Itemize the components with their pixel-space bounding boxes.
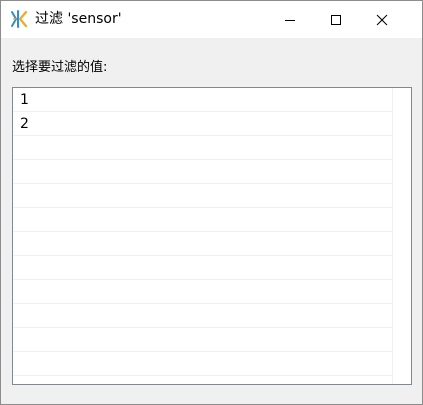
column-divider (392, 88, 393, 384)
filter-dialog-window: 过滤 'sensor' 选择要过滤的值: 1 2 (0, 0, 423, 405)
list-item[interactable]: 2 (13, 112, 392, 136)
filter-values-rows: 12 (13, 88, 392, 376)
list-item[interactable] (13, 352, 392, 376)
window-title: 过滤 'sensor' (35, 11, 122, 27)
list-item[interactable] (13, 160, 392, 184)
close-button[interactable] (359, 1, 405, 38)
dialog-bottom-edge (1, 402, 422, 404)
filter-prompt-label: 选择要过滤的值: (12, 60, 108, 75)
list-item[interactable] (13, 304, 392, 328)
list-item[interactable] (13, 232, 392, 256)
list-item[interactable] (13, 208, 392, 232)
minimize-button[interactable] (267, 1, 313, 38)
title-bar[interactable]: 过滤 'sensor' (1, 1, 422, 38)
list-item[interactable] (13, 184, 392, 208)
close-icon (376, 14, 388, 26)
maximize-button[interactable] (313, 1, 359, 38)
list-item-label: 1 (20, 92, 29, 108)
list-item[interactable] (13, 256, 392, 280)
list-item-label: 2 (20, 116, 29, 132)
list-item[interactable] (13, 136, 392, 160)
minimize-icon (284, 14, 296, 26)
filter-values-list[interactable]: 12 (12, 87, 412, 385)
list-item[interactable] (13, 328, 392, 352)
list-item[interactable]: 1 (13, 88, 392, 112)
app-logo-icon (10, 10, 28, 28)
maximize-icon (330, 14, 342, 26)
list-item[interactable] (13, 280, 392, 304)
